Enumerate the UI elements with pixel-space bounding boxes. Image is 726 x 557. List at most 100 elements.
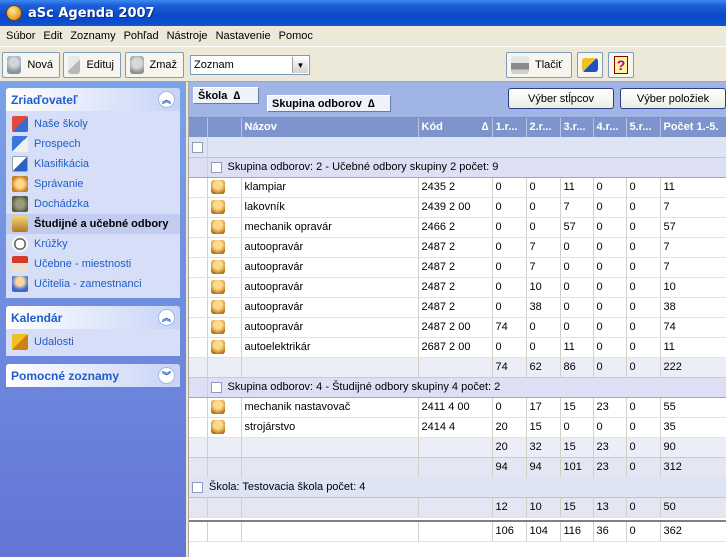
view-select[interactable]: Zoznam ▼ (190, 55, 310, 75)
cell[interactable]: 57 (660, 217, 726, 238)
cell[interactable]: 0 (626, 217, 661, 238)
cell[interactable]: 0 (626, 297, 661, 318)
cell[interactable]: 15 (560, 397, 594, 418)
school-label[interactable]: Škola: Testovacia škola počet: 4 (189, 477, 726, 498)
menu-pomoc[interactable]: Pomoc (275, 30, 317, 42)
cell[interactable]: 57 (560, 217, 594, 238)
cell[interactable]: 0 (560, 277, 594, 298)
cell[interactable]: 0 (593, 297, 627, 318)
cell[interactable]: 0 (626, 337, 661, 358)
cell[interactable]: 2487 2 (418, 237, 493, 258)
expand-box-icon[interactable] (210, 381, 222, 393)
cell[interactable]: 17 (526, 397, 561, 418)
cell[interactable]: autoelektrikár (241, 337, 419, 358)
cell[interactable]: 38 (660, 297, 726, 318)
sidebar-item-dochadzka[interactable]: Dochádzka (12, 194, 180, 214)
cell[interactable]: 7 (660, 197, 726, 218)
cell[interactable]: 0 (492, 337, 527, 358)
cell[interactable]: 2411 4 00 (418, 397, 493, 418)
cell[interactable]: klampiar (241, 177, 419, 198)
cell[interactable]: autoopravár (241, 257, 419, 278)
column-header-kod[interactable]: Kód ∆ (418, 118, 493, 138)
panel-header-kalendar[interactable]: Kalendár ︽ (6, 306, 180, 329)
sidebar-item-studijne-odbory[interactable]: Študijné a učebné odbory (6, 214, 180, 234)
menu-edit[interactable]: Edit (39, 30, 66, 42)
cell[interactable]: 0 (492, 397, 527, 418)
chevron-down-icon[interactable]: ▼ (292, 57, 308, 73)
column-header-3[interactable]: 2.r... (526, 118, 561, 138)
cell[interactable]: 2487 2 (418, 277, 493, 298)
cell[interactable]: autoopravár (241, 317, 419, 338)
cell[interactable]: 0 (560, 417, 594, 438)
cell[interactable]: 2435 2 (418, 177, 493, 198)
cell[interactable]: 0 (526, 337, 561, 358)
cell[interactable]: 11 (560, 177, 594, 198)
expand-toggle[interactable] (189, 137, 208, 158)
column-header-nazov[interactable]: Názov (241, 118, 419, 138)
cell[interactable]: 2487 2 00 (418, 317, 493, 338)
cell[interactable]: 11 (660, 177, 726, 198)
cell[interactable]: 0 (593, 217, 627, 238)
cell[interactable]: 0 (560, 237, 594, 258)
cell[interactable]: 0 (526, 317, 561, 338)
cell[interactable]: autoopravár (241, 297, 419, 318)
cell[interactable]: 0 (492, 297, 527, 318)
sidebar-item-spravanie[interactable]: Správanie (12, 174, 180, 194)
cell[interactable]: 0 (560, 257, 594, 278)
cell[interactable]: strojárstvo (241, 417, 419, 438)
group-tag-skola[interactable]: Škola ∆ (193, 87, 259, 104)
cell[interactable]: autoopravár (241, 277, 419, 298)
cell[interactable]: 0 (626, 197, 661, 218)
cell[interactable]: 15 (526, 417, 561, 438)
new-button[interactable]: Nová (2, 52, 60, 78)
cell[interactable]: 0 (492, 277, 527, 298)
menu-nastavenie[interactable]: Nastavenie (212, 30, 275, 42)
menu-pohlad[interactable]: Pohľad (120, 30, 163, 42)
cell[interactable]: 55 (660, 397, 726, 418)
cell[interactable]: 2687 2 00 (418, 337, 493, 358)
cell[interactable]: 0 (593, 237, 627, 258)
cell[interactable]: 7 (560, 197, 594, 218)
menu-subor[interactable]: Súbor (2, 30, 39, 42)
cell[interactable]: autoopravár (241, 237, 419, 258)
group-label[interactable]: Skupina odborov: 4 - Študijné odbory sku… (207, 377, 726, 398)
column-header-5[interactable]: 4.r... (593, 118, 627, 138)
expand-box-icon[interactable] (210, 161, 222, 173)
sidebar-item-ucitelia[interactable]: Učitelia - zamestnanci (12, 274, 180, 294)
cell[interactable]: 0 (526, 197, 561, 218)
column-header-2[interactable]: 1.r... (492, 118, 527, 138)
cell[interactable]: 0 (626, 257, 661, 278)
group-tag-skupina[interactable]: Skupina odborov ∆ (267, 95, 391, 112)
cell[interactable]: 0 (526, 177, 561, 198)
expand-icon[interactable]: ︾ (158, 367, 175, 384)
cell[interactable]: 2414 4 (418, 417, 493, 438)
sidebar-item-klasifikacia[interactable]: Klasifikácia (12, 154, 180, 174)
column-header-6[interactable]: 5.r... (626, 118, 661, 138)
edit-button[interactable]: Edituj (63, 52, 121, 78)
sidebar-item-kruzky[interactable]: Krúžky (12, 234, 180, 254)
expand-box-icon[interactable] (192, 481, 203, 493)
delete-button[interactable]: Zmaž (125, 52, 184, 78)
cell[interactable]: 0 (626, 277, 661, 298)
menu-zoznamy[interactable]: Zoznamy (66, 30, 119, 42)
sidebar-item-udalosti[interactable]: Udalosti (12, 332, 180, 352)
cell[interactable]: 0 (492, 197, 527, 218)
cell[interactable]: 7 (660, 237, 726, 258)
cell[interactable]: 35 (660, 417, 726, 438)
cell[interactable]: lakovník (241, 197, 419, 218)
cell[interactable]: 0 (626, 177, 661, 198)
sidebar-item-nase-skoly[interactable]: Naše školy (12, 114, 180, 134)
panel-header-pomocne[interactable]: Pomocné zoznamy ︾ (6, 364, 180, 387)
cell[interactable]: 0 (560, 317, 594, 338)
cell[interactable]: 2487 2 (418, 257, 493, 278)
cell[interactable]: 7 (526, 237, 561, 258)
cell[interactable]: 0 (492, 257, 527, 278)
select-columns-button[interactable]: Výber stĺpcov (508, 88, 614, 109)
cell[interactable]: 0 (593, 317, 627, 338)
cell[interactable]: mechanik opravár (241, 217, 419, 238)
cell[interactable]: 2487 2 (418, 297, 493, 318)
cell[interactable]: 74 (492, 317, 527, 338)
group-label[interactable]: Skupina odborov: 2 - Učebné odbory skupi… (207, 157, 726, 178)
cell[interactable]: 74 (660, 317, 726, 338)
select-items-button[interactable]: Výber položiek (620, 88, 726, 109)
